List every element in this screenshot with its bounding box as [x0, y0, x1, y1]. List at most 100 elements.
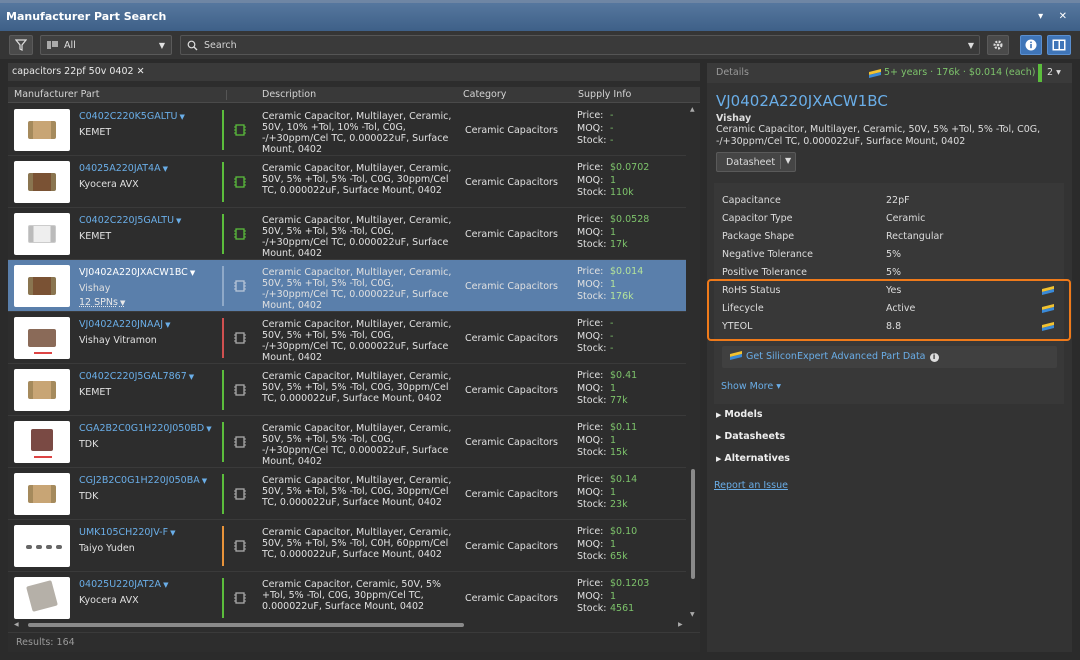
- siliconexpert-icon: [730, 351, 742, 360]
- scrollbar-thumb[interactable]: [28, 623, 464, 627]
- column-header-category[interactable]: Category: [463, 87, 506, 103]
- table-row[interactable]: CGA2B2C0G1H220J050BD ▼ TDK Ceramic Capaci…: [8, 416, 686, 468]
- search-input[interactable]: [198, 39, 958, 51]
- table-row[interactable]: 04025U220JAT2A ▼ Kyocera AVX Ceramic Capa…: [8, 572, 686, 620]
- supply-info: Price: - MOQ: - Stock: -: [577, 318, 614, 354]
- availability-bar: [222, 162, 224, 202]
- part-description: Ceramic Capacitor, Multilayer, Ceramic, …: [262, 371, 452, 404]
- settings-button[interactable]: [987, 35, 1009, 55]
- count-dropdown[interactable]: 2 ▾: [1047, 63, 1061, 83]
- layout-button[interactable]: [1047, 35, 1071, 55]
- column-header-supply[interactable]: Supply Info: [578, 87, 631, 103]
- highlight-box: [707, 279, 1071, 341]
- part-category: Ceramic Capacitors: [465, 385, 558, 396]
- part-thumbnail: [14, 161, 70, 203]
- property-row: Capacitor Type Ceramic: [722, 213, 926, 224]
- query-text: capacitors 22pf 50v 0402: [12, 66, 134, 77]
- manufacturer-name: Vishay Vitramon: [79, 335, 157, 346]
- part-number-link[interactable]: C0402C220J5GAL7867 ▼: [79, 371, 194, 382]
- part-number-link[interactable]: UMK105CH220JV-F ▼: [79, 527, 175, 538]
- info-button[interactable]: [1020, 35, 1042, 55]
- filter-icon: [15, 39, 27, 51]
- table-row[interactable]: C0402C220J5GAL7867 ▼ KEMET Ceramic Capaci…: [8, 364, 686, 416]
- supply-info: Price: - MOQ: - Stock: -: [577, 110, 614, 146]
- report-issue-link[interactable]: Report an Issue: [714, 480, 788, 491]
- search-dropdown-icon[interactable]: ▼: [968, 41, 974, 50]
- chip-icon: [234, 228, 246, 240]
- details-header: Details 5+ years · 176k · $0.014 (each) …: [707, 63, 1072, 83]
- part-number-link[interactable]: VJ0402A220JNAAJ ▼: [79, 319, 170, 330]
- query-chip[interactable]: capacitors 22pf 50v 0402 ✕: [8, 63, 700, 81]
- manufacturer-name: KEMET: [79, 231, 112, 242]
- window-controls[interactable]: ▾ ✕: [1038, 3, 1073, 31]
- part-number-link[interactable]: C0402C220J5GALTU ▼: [79, 215, 181, 226]
- part-category: Ceramic Capacitors: [465, 125, 558, 136]
- supply-info: Price: $0.0528 MOQ: 1 Stock: 17k: [577, 214, 650, 250]
- supply-info: Price: $0.014 MOQ: 1 Stock: 176k: [577, 266, 644, 302]
- table-row[interactable]: CGJ2B2C0G1H220J050BA ▼ TDK Ceramic Capaci…: [8, 468, 686, 520]
- part-number-link[interactable]: CGJ2B2C0G1H220J050BA ▼: [79, 475, 207, 486]
- table-row[interactable]: VJ0402A220JNAAJ ▼ Vishay Vitramon Ceramic…: [8, 312, 686, 364]
- supply-info: Price: $0.1203 MOQ: 1 Stock: 4561: [577, 578, 650, 614]
- column-header-description[interactable]: Description: [262, 87, 316, 103]
- search-icon: [187, 40, 198, 50]
- section-datasheets[interactable]: ▶ Datasheets: [716, 431, 785, 442]
- part-number-link[interactable]: C0402C220K5GALTU ▼: [79, 111, 185, 122]
- close-icon[interactable]: ✕: [137, 66, 145, 77]
- chip-icon: [234, 436, 246, 448]
- part-summary-stats: 5+ years · 176k · $0.014 (each): [884, 67, 1036, 78]
- vertical-scrollbar[interactable]: ▲ ▼: [687, 104, 700, 620]
- part-thumbnail: [14, 577, 70, 619]
- datasheet-button[interactable]: Datasheet ▼: [716, 152, 796, 172]
- scrollbar-thumb[interactable]: [691, 469, 695, 579]
- scroll-left-icon[interactable]: ◀: [14, 621, 19, 628]
- filter-button[interactable]: [9, 35, 33, 55]
- part-thumbnail: [14, 109, 70, 151]
- siliconexpert-icon: [869, 69, 881, 78]
- show-more-link[interactable]: Show More ▾: [721, 381, 781, 392]
- info-icon[interactable]: i: [929, 353, 939, 362]
- detail-manufacturer: Vishay: [716, 113, 752, 124]
- siliconexpert-advanced-link[interactable]: Get SiliconExpert Advanced Part Data i: [722, 346, 1057, 368]
- part-thumbnail: [14, 525, 70, 567]
- scroll-up-icon[interactable]: ▲: [690, 106, 695, 113]
- detail-part-number[interactable]: VJ0402A220JXACW1BC: [716, 92, 888, 110]
- part-number-link[interactable]: VJ0402A220JXACW1BC ▼: [79, 267, 195, 278]
- table-row[interactable]: C0402C220J5GALTU ▼ KEMET Ceramic Capacito…: [8, 208, 686, 260]
- chevron-down-icon[interactable]: ▼: [785, 156, 791, 165]
- table-row[interactable]: 04025A220JAT4A ▼ Kyocera AVX Ceramic Capa…: [8, 156, 686, 208]
- table-row[interactable]: C0402C220K5GALTU ▼ KEMET Ceramic Capacito…: [8, 104, 686, 156]
- availability-bar: [222, 422, 224, 462]
- scroll-right-icon[interactable]: ▶: [678, 621, 683, 628]
- availability-bar: [1038, 64, 1042, 82]
- part-description: Ceramic Capacitor, Multilayer, Ceramic, …: [262, 423, 452, 467]
- manufacturer-name: Kyocera AVX: [79, 595, 139, 606]
- chip-icon: [234, 176, 246, 188]
- window-title: Manufacturer Part Search: [6, 10, 167, 23]
- section-alternatives[interactable]: ▶ Alternatives: [716, 453, 790, 464]
- table-row-selected[interactable]: VJ0402A220JXACW1BC ▼ Vishay 12 SPNs ▼ Cera…: [8, 260, 686, 312]
- part-number-link[interactable]: 04025A220JAT4A ▼: [79, 163, 168, 174]
- chip-icon: [234, 592, 246, 604]
- search-field[interactable]: ▼: [180, 35, 980, 55]
- horizontal-scrollbar[interactable]: ◀ ▶: [8, 620, 700, 630]
- column-divider: [226, 90, 227, 100]
- category-value: All: [64, 39, 76, 51]
- part-thumbnail: [14, 265, 70, 307]
- manufacturer-name: KEMET: [79, 127, 112, 138]
- part-description: Ceramic Capacitor, Multilayer, Ceramic, …: [262, 215, 452, 259]
- part-description: Ceramic Capacitor, Multilayer, Ceramic, …: [262, 475, 452, 508]
- column-header-mpn[interactable]: Manufacturer Part: [14, 87, 99, 103]
- part-number-link[interactable]: 04025U220JAT2A ▼: [79, 579, 168, 590]
- info-icon: [1025, 39, 1037, 51]
- chip-icon: [234, 540, 246, 552]
- category-dropdown[interactable]: All ▼: [40, 35, 172, 55]
- section-models[interactable]: ▶ Models: [716, 409, 763, 420]
- part-category: Ceramic Capacitors: [465, 437, 558, 448]
- manufacturer-name: KEMET: [79, 387, 112, 398]
- availability-bar: [222, 214, 224, 254]
- table-row[interactable]: UMK105CH220JV-F ▼ Taiyo Yuden Ceramic Cap…: [8, 520, 686, 572]
- scroll-down-icon[interactable]: ▼: [690, 611, 695, 618]
- part-number-link[interactable]: CGA2B2C0G1H220J050BD ▼: [79, 423, 212, 434]
- spn-dropdown[interactable]: 12 SPNs ▼: [79, 297, 125, 308]
